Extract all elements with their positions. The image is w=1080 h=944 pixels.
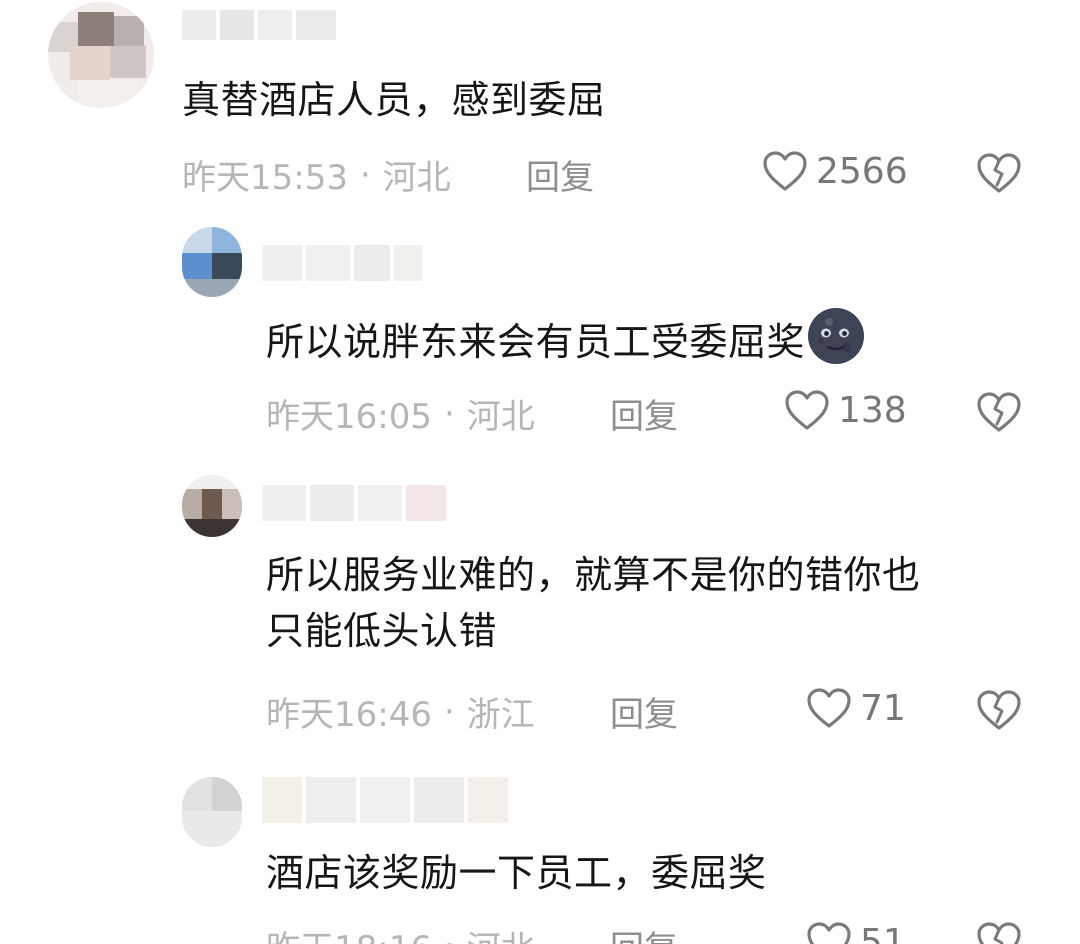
meta-separator: · xyxy=(443,393,455,434)
comment-text: 所以说胖东来会有员工受委屈奖 xyxy=(266,307,865,380)
comment-meta: 昨天16:05 · 河北 xyxy=(266,389,535,438)
comment-meta: 昨天16:46 · 浙江 xyxy=(266,687,535,736)
comment-text: 所以服务业难的，就算不是你的错你也 只能低头认错 xyxy=(266,547,921,659)
meta-separator: · xyxy=(359,154,371,195)
like-count: 2566 xyxy=(816,150,908,192)
avatar[interactable] xyxy=(182,227,242,297)
like-button[interactable]: 138 xyxy=(784,389,907,431)
comment-4: 酒店该奖励一下员工，委屈奖 昨天18:16 · 河北 回复 51 xyxy=(0,755,1080,944)
heart-outline-icon xyxy=(806,921,852,944)
meta-separator: · xyxy=(443,691,455,732)
comment-3: 所以服务业难的，就算不是你的错你也 只能低头认错 昨天16:46 · 浙江 回复… xyxy=(0,455,1080,755)
comment-location: 河北 xyxy=(382,158,451,198)
reply-button[interactable]: 回复 xyxy=(610,687,678,736)
comment-time: 昨天18:16 xyxy=(266,921,432,944)
username-blurred[interactable] xyxy=(262,245,422,281)
comment-location: 河北 xyxy=(466,397,535,437)
comment-time: 昨天15:53 xyxy=(182,158,348,198)
broken-heart-icon xyxy=(976,152,1022,194)
dislike-button[interactable] xyxy=(976,921,1022,944)
comment-text-line-1: 所以服务业难的，就算不是你的错你也 xyxy=(266,553,921,597)
heart-outline-icon xyxy=(806,687,852,729)
comment-time: 昨天16:05 xyxy=(266,397,432,437)
dislike-button[interactable] xyxy=(976,689,1022,731)
comment-location: 浙江 xyxy=(466,695,535,735)
like-button[interactable]: 71 xyxy=(806,687,906,729)
comment-text: 酒店该奖励一下员工，委屈奖 xyxy=(266,851,767,895)
like-button[interactable]: 2566 xyxy=(762,150,908,192)
comment-text-content: 所以说胖东来会有员工受委屈奖 xyxy=(266,320,806,364)
username-blurred[interactable] xyxy=(182,10,342,40)
avatar[interactable] xyxy=(182,777,242,847)
reply-button[interactable]: 回复 xyxy=(610,921,678,944)
new-moon-face-icon xyxy=(807,307,865,380)
broken-heart-icon xyxy=(976,391,1022,433)
like-button[interactable]: 51 xyxy=(806,921,906,944)
avatar[interactable] xyxy=(48,2,154,108)
heart-outline-icon xyxy=(784,389,830,431)
comment-1: 真替酒店人员，感到委屈 昨天15:53 · 河北 回复 2566 xyxy=(0,0,1080,215)
reply-button[interactable]: 回复 xyxy=(526,150,594,199)
comment-location: 河北 xyxy=(467,921,535,944)
dislike-button[interactable] xyxy=(976,152,1022,194)
comment-meta: 昨天15:53 · 河北 xyxy=(182,150,451,199)
reply-button[interactable]: 回复 xyxy=(610,389,678,438)
broken-heart-icon xyxy=(976,689,1022,731)
username-blurred[interactable] xyxy=(262,777,522,823)
comment-text: 真替酒店人员，感到委屈 xyxy=(182,78,606,122)
like-count: 71 xyxy=(860,687,906,729)
dislike-button[interactable] xyxy=(976,391,1022,433)
avatar[interactable] xyxy=(182,475,242,537)
heart-outline-icon xyxy=(762,150,808,192)
like-count: 51 xyxy=(860,921,906,944)
comment-text-line-2: 只能低头认错 xyxy=(266,609,498,653)
like-count: 138 xyxy=(838,389,907,431)
meta-separator: · xyxy=(444,926,455,944)
comment-2: 所以说胖东来会有员工受委屈奖 昨天16:05 · 河北 回复 138 xyxy=(0,215,1080,455)
username-blurred[interactable] xyxy=(262,485,462,521)
comment-time: 昨天16:46 xyxy=(266,695,432,735)
comment-meta: 昨天18:16 · 河北 xyxy=(266,921,535,944)
broken-heart-icon xyxy=(976,921,1022,944)
